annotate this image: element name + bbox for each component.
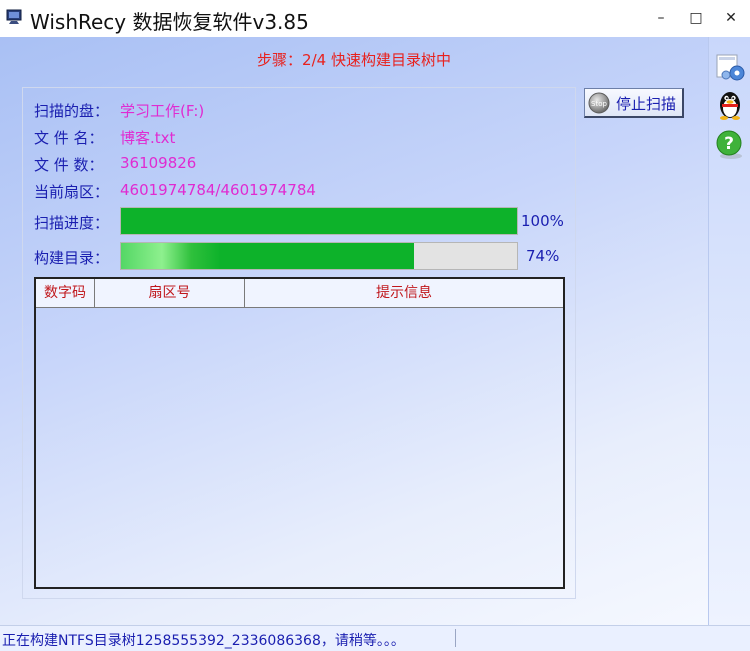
sector-label: 当前扇区：: [34, 183, 110, 201]
scan-progress-bar: [120, 207, 518, 235]
status-divider: [455, 629, 456, 647]
stop-icon: Stop: [588, 92, 610, 114]
scan-progress-fill: [121, 208, 517, 234]
result-table[interactable]: 数字码 扇区号 提示信息: [34, 277, 565, 589]
status-bar: 正在构建NTFS目录树1258555392_2336086368，请稍等。。。: [0, 625, 750, 651]
scan-progress-percent: 100%: [521, 212, 564, 230]
column-header-sector[interactable]: 扇区号: [95, 279, 245, 307]
app-icon: [6, 9, 22, 24]
minimize-button[interactable]: –: [651, 8, 671, 28]
file-name-label: 文 件 名：: [34, 129, 104, 147]
sector-value: 4601974784/4601974784: [120, 181, 316, 199]
close-button[interactable]: ✕: [721, 8, 741, 28]
disk-value: 学习工作(F:): [120, 102, 205, 120]
window-title: WishRecy 数据恢复软件v3.85: [30, 10, 309, 34]
file-name-value: 博客.txt: [120, 129, 176, 147]
build-progress-fill: [121, 243, 415, 269]
build-progress-label: 构建目录：: [34, 249, 110, 267]
settings-disk-icon[interactable]: [713, 49, 747, 83]
status-text: 正在构建NTFS目录树1258555392_2336086368，请稍等。。。: [2, 633, 405, 649]
build-progress-bar: [120, 242, 518, 270]
stop-scan-button[interactable]: Stop 停止扫描: [584, 88, 684, 118]
qq-penguin-icon[interactable]: [713, 87, 747, 121]
help-icon[interactable]: ?: [713, 127, 747, 161]
title-bar: WishRecy 数据恢复软件v3.85 – □ ✕: [0, 0, 750, 38]
step-status: 步骤：2/4 快速构建目录树中: [257, 51, 451, 69]
file-count-label: 文 件 数：: [34, 156, 104, 174]
stop-scan-label: 停止扫描: [616, 95, 677, 113]
column-header-code[interactable]: 数字码: [36, 279, 95, 307]
scan-progress-label: 扫描进度：: [34, 214, 110, 232]
table-header: 数字码 扇区号 提示信息: [36, 279, 563, 308]
side-toolbar: ?: [708, 37, 750, 625]
svg-text:?: ?: [724, 134, 734, 154]
file-count-value: 36109826: [120, 154, 197, 172]
build-progress-percent: 74%: [526, 247, 560, 265]
maximize-button[interactable]: □: [686, 8, 706, 28]
stop-icon-text: Stop: [591, 100, 607, 108]
column-header-info[interactable]: 提示信息: [245, 279, 563, 307]
disk-label: 扫描的盘：: [34, 102, 110, 120]
